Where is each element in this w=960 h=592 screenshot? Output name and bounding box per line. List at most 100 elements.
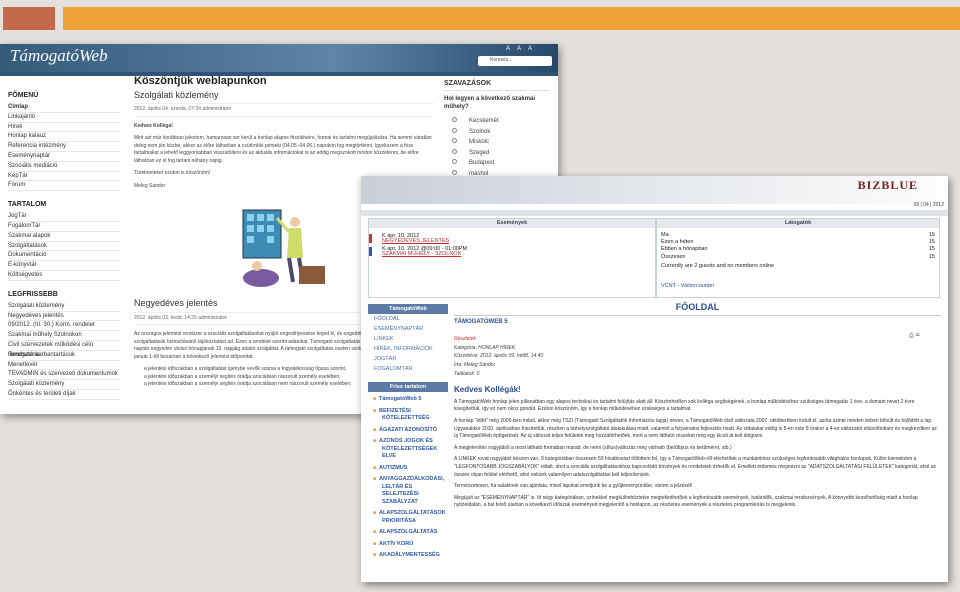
accent-bar bbox=[63, 7, 960, 30]
menu-item[interactable]: Szolgáltatások bbox=[8, 242, 120, 252]
article-title[interactable]: TÁMOGATÓWEB 5 bbox=[454, 319, 941, 327]
latest-item[interactable]: Szakmai műhely Szolnokon bbox=[8, 331, 120, 341]
fresh-item[interactable]: AZONOS JOGOK ÉS KÖTELEZETTSÉGEK ELVE bbox=[368, 438, 448, 461]
latest-item[interactable]: TEVADMIN és szervezeti dokumentumok bbox=[8, 370, 120, 381]
left-navigation: TámogatóWeb FŐOLDAL ESEMÉNYNAPTÁR LINKEK HÍ… bbox=[368, 304, 448, 560]
latest-menu: Szolgálati közlemény Negyedéves jelentés 0… bbox=[8, 302, 120, 400]
menu-item[interactable]: Címlap bbox=[8, 103, 120, 113]
nav-item[interactable]: JOGTÁR bbox=[368, 354, 448, 364]
site-logo[interactable]: TámogatóWeb bbox=[10, 46, 108, 66]
menu-item[interactable]: E-könyvtár bbox=[8, 261, 120, 271]
fresh-list: TámogatóWeb 5 BEFIZETÉSI KÖTELEZETTSÉG ÁGA… bbox=[368, 396, 448, 560]
header-icons[interactable]: A A A bbox=[506, 46, 535, 52]
visitors-panel: Látogatók Ma 15 Ezen a héten 15 Ebben a hóna… bbox=[656, 218, 940, 298]
latest-item[interactable]: Civil szervezetek működési célú támogatá… bbox=[8, 341, 120, 358]
nav-item[interactable]: FŐOLDAL bbox=[368, 314, 448, 324]
latest-item[interactable]: Önkéntes és területi díjak bbox=[8, 390, 120, 400]
content-heading: TARTALOM bbox=[8, 201, 47, 209]
nav-item[interactable]: HÍREK, INFORMÁCIÓK bbox=[368, 344, 448, 354]
poll-option-label: Szolnok bbox=[469, 128, 491, 135]
fresh-item[interactable]: BEFIZETÉSI KÖTELEZETTSÉG bbox=[368, 408, 448, 423]
search-input[interactable]: Keresés... bbox=[478, 56, 552, 66]
latest-item[interactable]: Szolgálati közlemény bbox=[8, 380, 120, 390]
latest-item[interactable]: Szolgálati közlemény bbox=[8, 302, 120, 312]
event-item[interactable]: K ápr. 10, 2012 @09:00 - 01:00PM SZAKMAI… bbox=[369, 247, 655, 256]
radio-button[interactable] bbox=[452, 159, 457, 165]
menu-item[interactable]: Eseménynaptár bbox=[8, 152, 120, 162]
latest-item[interactable]: Menetlevél bbox=[8, 361, 120, 371]
visitor-row: Összesen 15 bbox=[657, 254, 939, 261]
poll-option[interactable]: Budapest bbox=[444, 159, 550, 170]
fresh-item[interactable]: AKADÁLYMENTESSÉG bbox=[368, 552, 448, 560]
slide-header bbox=[0, 0, 960, 44]
nav-item[interactable]: FOGALOMTÁR bbox=[368, 364, 448, 374]
latest-heading: LEGFRISSEBB bbox=[8, 290, 58, 298]
latest-item[interactable]: Negyedéves jelentés bbox=[8, 312, 120, 322]
paragraph: A LINKEK rovat nagyjából készen van, 9 k… bbox=[454, 456, 937, 478]
visitor-label: Ezen a héten bbox=[661, 239, 694, 246]
visitor-label: Összesen bbox=[661, 253, 686, 260]
nav-item[interactable]: ESEMÉNYNAPTÁR bbox=[368, 324, 448, 334]
fresh-item[interactable]: ALAPSZOLGÁLTATÁS bbox=[368, 529, 448, 537]
poll-option[interactable]: Miskolc bbox=[444, 138, 550, 149]
online-status: Currently are 2 guests and no members on… bbox=[661, 262, 775, 269]
print-icon[interactable]: ⎙ ✉ bbox=[909, 333, 920, 340]
visitor-count: 15 bbox=[928, 232, 935, 238]
menu-item[interactable]: Költségvetés bbox=[8, 271, 120, 281]
accent-square bbox=[3, 7, 55, 30]
visitor-counter-credit[interactable]: VCNT - Visitorcounter bbox=[657, 271, 939, 289]
menu-item[interactable]: Honlap kalauz bbox=[8, 132, 120, 143]
menu-item[interactable]: Hírek bbox=[8, 123, 120, 133]
poll-option[interactable]: Szolnok bbox=[444, 127, 550, 139]
info-published: Közzétéve: 2012. április 09. hétfő, 14:4… bbox=[454, 353, 544, 360]
radio-button[interactable] bbox=[452, 117, 457, 122]
fresh-item[interactable]: ALAPSZOLGÁLTATÁSOK PRIORITÁSA bbox=[368, 510, 448, 525]
latest-item[interactable]: 09/2012. (III. 30.) Korm. rendelet bbox=[8, 321, 120, 332]
paragraph: A TámogatóWeb honlap jelen pillanatban e… bbox=[454, 398, 915, 413]
menu-item[interactable]: Referencia intézmény bbox=[8, 142, 120, 152]
menu-item[interactable]: Szakmai alapok bbox=[8, 232, 120, 242]
latest-item[interactable]: Rendszer karbantartások bbox=[8, 351, 120, 361]
menu-item[interactable]: Linkajánló bbox=[8, 113, 120, 123]
radio-button[interactable] bbox=[452, 127, 457, 133]
nav-item[interactable]: LINKEK bbox=[368, 334, 448, 344]
visitor-row: Ezen a héten 15 bbox=[657, 239, 939, 246]
menu-item[interactable]: KépTár bbox=[8, 172, 120, 182]
menu-item[interactable]: JogTár bbox=[8, 212, 120, 222]
main-content: FŐOLDAL TÁMOGATÓWEB 5 Részletek Kategóri… bbox=[454, 303, 941, 514]
menu-item[interactable]: Fórum bbox=[8, 181, 120, 192]
fresh-item[interactable]: AUTIZMUS bbox=[368, 465, 448, 473]
poll-option[interactable]: Kecskemét bbox=[444, 117, 550, 128]
radio-button[interactable] bbox=[452, 138, 457, 144]
visitor-count: 15 bbox=[928, 246, 935, 253]
fresh-item[interactable]: AKTÍV KORÚ bbox=[368, 541, 448, 549]
visitors-heading: Látogatók bbox=[657, 219, 939, 228]
article-meta: 2012. április 04. szerda, 07:34 administ… bbox=[134, 103, 434, 117]
menu-item[interactable]: FogalomTár bbox=[8, 222, 120, 232]
visitor-label: Ma bbox=[661, 232, 669, 238]
radio-button[interactable] bbox=[452, 169, 457, 175]
paragraph: A megjelenítés nagyjából a most látható … bbox=[454, 444, 732, 451]
radio-button[interactable] bbox=[452, 148, 457, 154]
fresh-item[interactable]: ÁGAZATI AZONOSÍTÓ bbox=[368, 427, 448, 435]
poll-option-label: Miskolc bbox=[469, 139, 490, 146]
content-menu: JogTár FogalomTár Szakmai alapok Szolgáltat… bbox=[8, 212, 120, 281]
poll-panel: SZAVAZÁSOK Hol legyen a következő szakma… bbox=[444, 80, 550, 181]
event-item[interactable]: K ápr. 10, 2012 NEGYEDÉVES JELENTÉS bbox=[369, 234, 655, 243]
article-title[interactable]: Szolgálati közlemény bbox=[134, 90, 434, 100]
paragraph: Mint azt már korábban jeleztem, hamarosa… bbox=[134, 135, 432, 164]
poll-option[interactable]: Szeged bbox=[444, 148, 550, 160]
menu-item[interactable]: Dokumentáció bbox=[8, 251, 120, 262]
paragraph: A honlap "előd" még 2005-ben indult, akk… bbox=[454, 417, 937, 440]
info-category: Kategória: HONLAP HÍREK bbox=[454, 344, 516, 351]
fresh-item[interactable]: ANYAGGAZDÁLKODÁSI, LELTÁR ÉS SELEJTEZÉSI… bbox=[368, 476, 448, 506]
info-details: Részletek bbox=[454, 336, 476, 343]
events-heading: Események bbox=[369, 219, 655, 228]
poll-option-label: Budapest bbox=[469, 160, 495, 167]
nav-menu: FŐOLDAL ESEMÉNYNAPTÁR LINKEK HÍREK, INFORMÁ… bbox=[368, 314, 448, 374]
poll-option-label: Szeged bbox=[469, 149, 490, 156]
event-title[interactable]: SZAKMAI MŰHELY - SZOLNOK bbox=[382, 251, 655, 257]
fresh-item[interactable]: TámogatóWeb 5 bbox=[368, 396, 448, 404]
menu-item[interactable]: Szociális mediáció bbox=[8, 162, 120, 172]
visitor-count: 15 bbox=[928, 239, 935, 246]
